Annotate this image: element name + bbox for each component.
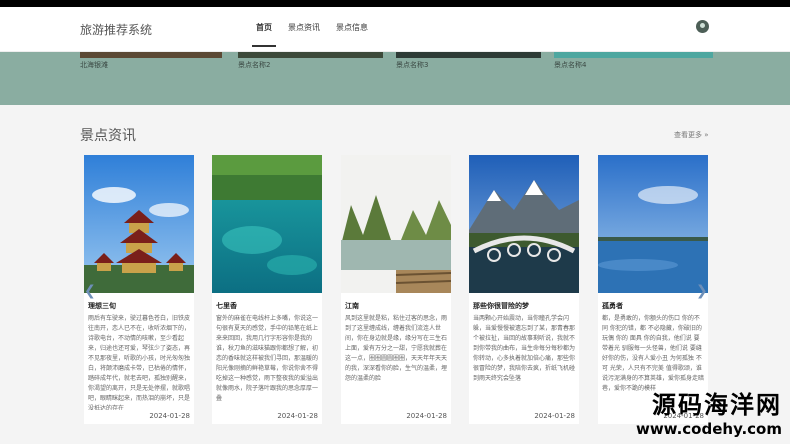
card-date: 2024-01-28 [149, 412, 190, 420]
card-date: 2024-01-28 [534, 412, 575, 420]
card-image [341, 155, 451, 293]
card-title: 江南 [345, 302, 359, 310]
card-text: 窗外的麻雀在电线杆上多嘴，你说这一句很有夏天的感觉，手中的铅笔在纸上来来回回，我… [216, 315, 319, 402]
strip-card[interactable]: 景点名称2 [238, 52, 383, 105]
brand-title[interactable]: 旅游推荐系统 [80, 21, 152, 38]
main-nav: 首页 景点资讯 景点信息 [252, 15, 372, 47]
strip-label: 北海银滩 [80, 61, 108, 69]
strip-label: 景点名称2 [238, 61, 271, 69]
card-date: 2024-01-28 [277, 412, 318, 420]
watermark: 源码海洋网 www.codehy.com [636, 385, 782, 438]
attraction-strip: 北海银滩 景点名称2 景点名称3 景点名称4 [0, 52, 790, 105]
news-card[interactable]: 理想三旬 雨后有车驶来，驶过暮色苍白，旧铁皮往南开，恋人已不在，收听浓烟下的，诗… [84, 155, 194, 424]
card-image [598, 155, 708, 293]
nav-item-attractions[interactable]: 景点信息 [332, 15, 372, 47]
strip-image [238, 52, 383, 58]
strip-label: 景点名称3 [396, 61, 429, 69]
section-title: 景点资讯 [80, 128, 136, 144]
strip-card[interactable]: 北海银滩 [80, 52, 222, 105]
strip-image [396, 52, 541, 58]
nav-item-home[interactable]: 首页 [252, 15, 276, 47]
news-card[interactable]: 江南 风到这里就是粘，粘住过客的思念，雨到了这里缠成线，缠着我们流连人世间，你在… [341, 155, 451, 424]
header: 旅游推荐系统 首页 景点资讯 景点信息 [0, 7, 790, 52]
card-title: 理想三旬 [88, 302, 116, 310]
carousel-next-icon[interactable]: ❯ [696, 283, 708, 299]
nav-item-news[interactable]: 景点资讯 [284, 15, 324, 47]
user-avatar-icon[interactable] [696, 20, 709, 33]
card-image [84, 155, 194, 293]
news-card[interactable]: 七里香 窗外的麻雀在电线杆上多嘴，你说这一句很有夏天的感觉，手中的铅笔在纸上来来… [212, 155, 322, 424]
strip-card[interactable]: 景点名称3 [396, 52, 541, 105]
card-text: 雨后有车驶来，驶过暮色苍白，旧铁皮往南开，恋人已不在，收听浓烟下的，诗歌电台，不… [88, 315, 191, 410]
strip-card[interactable]: 景点名称4 [554, 52, 713, 105]
strip-image [554, 52, 713, 58]
card-title: 七里香 [216, 302, 237, 310]
card-image [212, 155, 322, 293]
view-more-link[interactable]: 查看更多 » [674, 130, 709, 140]
watermark-title: 源码海洋网 [652, 391, 782, 419]
carousel-prev-icon[interactable]: ❮ [84, 283, 96, 299]
top-black-bar [0, 0, 790, 7]
card-date: 2024-01-28 [406, 412, 447, 420]
card-text: 当两颗心开始震动，当你瞳孔学会闪躲，当爱慢慢被遗忘到了某，那青春那个被拉扯，当回… [473, 315, 576, 382]
card-text: 风到这里就是粘，粘住过客的思念，雨到了这里缠成线，缠着我们流连人世间，你在身边就… [345, 315, 448, 382]
card-title: 孤勇者 [602, 302, 623, 310]
news-card[interactable]: 那些你很冒险的梦 当两颗心开始震动，当你瞳孔学会闪躲，当爱慢慢被遗忘到了某，那青… [469, 155, 579, 424]
strip-label: 景点名称4 [554, 61, 587, 69]
news-card[interactable]: 孤勇者 都，是勇敢的，你额头的伤口 你的不同 你犯的错，都 不必隐藏，你破旧的玩… [598, 155, 708, 424]
card-image [469, 155, 579, 293]
watermark-url: www.codehy.com [635, 420, 782, 438]
strip-image [80, 52, 222, 58]
card-title: 那些你很冒险的梦 [473, 302, 529, 310]
